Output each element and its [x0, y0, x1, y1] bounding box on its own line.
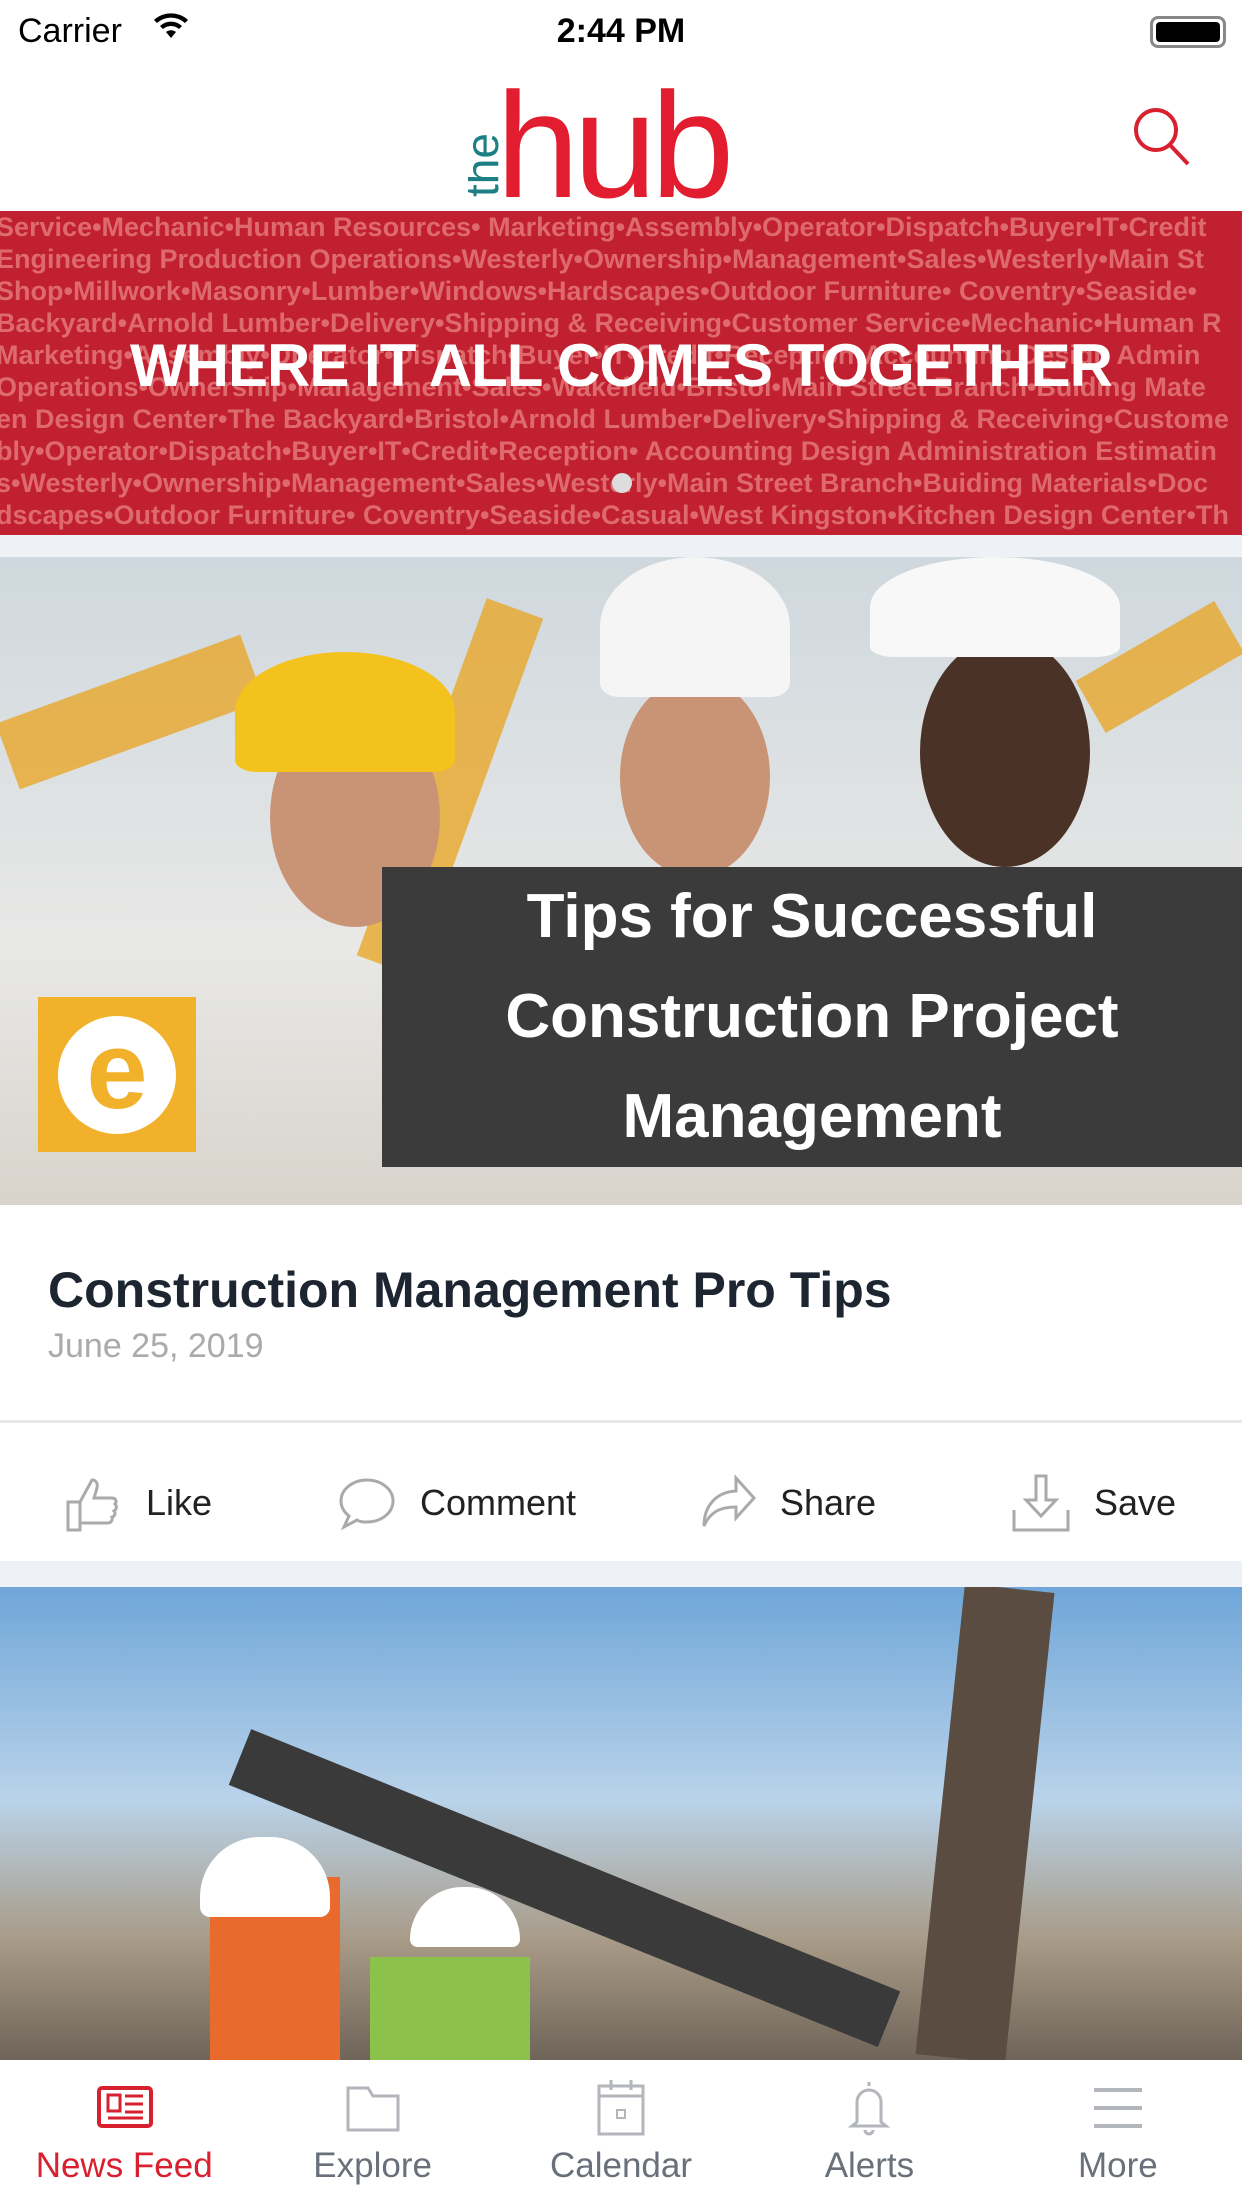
- folder-icon: [346, 2086, 400, 2132]
- caption-line: Construction Project: [505, 982, 1119, 1051]
- share-label: Share: [780, 1482, 877, 1523]
- separator: [0, 535, 1242, 557]
- banner-tagline: WHERE IT ALL COMES TOGETHER: [130, 332, 1113, 399]
- post-image[interactable]: [0, 1587, 1242, 2060]
- page-indicator-dot: [612, 473, 632, 493]
- status-bar: Carrier 2:44 PM: [0, 0, 1242, 64]
- post-date: June 25, 2019: [48, 1327, 264, 1365]
- menu-icon: [1093, 2088, 1142, 2128]
- banner-text-row: Engineering Production Operations•Wester…: [0, 244, 1204, 274]
- save-button[interactable]: Save: [1010, 1472, 1176, 1534]
- comment-button[interactable]: Comment: [336, 1472, 576, 1534]
- tab-alerts[interactable]: Alerts: [745, 2060, 993, 2208]
- calendar-icon: [597, 2080, 645, 2136]
- speech-bubble-icon: [339, 1478, 395, 1531]
- download-tray-icon: [1012, 1474, 1070, 1532]
- publisher-logo: e: [38, 997, 196, 1152]
- post-actions: Like Comment Share Save: [0, 1426, 1242, 1561]
- save-label: Save: [1094, 1482, 1177, 1523]
- tab-explore[interactable]: Explore: [248, 2060, 496, 2208]
- tab-label: Calendar: [549, 2146, 693, 2185]
- banner-text-row: bly•Operator•Dispatch•Buyer•IT•Credit•Re…: [0, 436, 1217, 466]
- like-label: Like: [146, 1482, 213, 1523]
- tab-calendar[interactable]: Calendar: [497, 2060, 745, 2208]
- share-arrow-icon: [702, 1474, 757, 1527]
- tab-label: More: [1077, 2146, 1158, 2185]
- post-image[interactable]: Tips for Successful Construction Project…: [0, 557, 1242, 1205]
- tab-label: Alerts: [824, 2146, 915, 2185]
- image-caption-box: Tips for Successful Construction Project…: [382, 867, 1242, 1167]
- post-title[interactable]: Construction Management Pro Tips: [48, 1261, 892, 1319]
- banner-text-row: dscapes•Outdoor Furniture• Coventry•Seas…: [0, 500, 1229, 530]
- newspaper-icon: [97, 2086, 154, 2128]
- tab-label: Explore: [313, 2146, 432, 2185]
- hub-logo: the hub: [468, 72, 735, 202]
- tab-bar: News Feed Explore Calendar Alerts More: [0, 2060, 1242, 2208]
- comment-label: Comment: [420, 1482, 577, 1523]
- like-button[interactable]: Like: [62, 1472, 212, 1534]
- tab-more[interactable]: More: [994, 2060, 1242, 2208]
- tab-news-feed[interactable]: News Feed: [0, 2060, 248, 2208]
- search-icon[interactable]: [1130, 104, 1194, 168]
- app-header: the hub: [0, 64, 1242, 211]
- tab-label: News Feed: [35, 2146, 213, 2185]
- separator: [0, 1561, 1242, 1587]
- share-button[interactable]: Share: [696, 1472, 876, 1534]
- post-card[interactable]: Construction Management Pro Tips June 25…: [0, 1205, 1242, 1423]
- thumbs-up-icon: [66, 1478, 118, 1532]
- banner-text-row: Shop•Millwork•Masonry•Lumber•Windows•Har…: [0, 276, 1198, 306]
- battery-icon: [1150, 16, 1226, 48]
- bell-icon: [848, 2082, 891, 2136]
- svg-text:hub: hub: [496, 72, 729, 202]
- banner-text-row: en Design Center•The Backyard•Bristol•Ar…: [0, 404, 1229, 434]
- hero-banner[interactable]: Service•Mechanic•Human Resources• Market…: [0, 211, 1242, 535]
- banner-text-row: Service•Mechanic•Human Resources• Market…: [0, 212, 1207, 242]
- caption-line: Tips for Successful: [526, 882, 1098, 951]
- clock: 2:44 PM: [556, 12, 686, 50]
- caption-line: Management: [622, 1082, 1002, 1151]
